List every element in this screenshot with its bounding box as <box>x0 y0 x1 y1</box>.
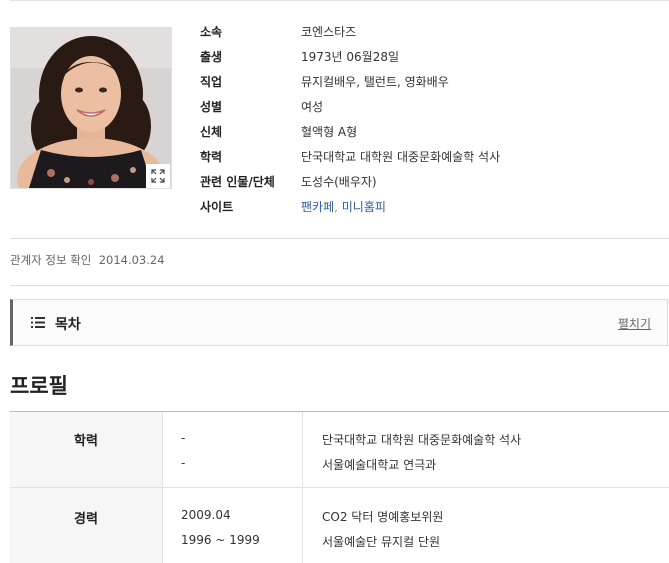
entry-desc: CO2 닥터 명예홍보위원 <box>322 510 444 524</box>
info-label: 출생 <box>200 50 223 64</box>
info-label: 학력 <box>200 150 223 164</box>
category-cell: 학력 <box>10 412 163 487</box>
confirm-date: 2014.03.24 <box>98 253 165 267</box>
info-label: 성별 <box>200 100 223 114</box>
info-value: 혈액형 A형 <box>301 125 358 139</box>
info-label: 신체 <box>200 125 223 139</box>
confirm-divider <box>10 285 669 286</box>
category-label: 학력 <box>74 434 98 449</box>
site-links: 팬카페, 미니홈피 <box>301 198 386 216</box>
info-confirm: 관계자 정보 확인 2014.03.24 <box>10 252 165 268</box>
info-label: 소속 <box>200 25 223 39</box>
entry-date: 2009.04 <box>181 508 231 522</box>
confirm-label: 관계자 정보 확인 <box>10 253 92 267</box>
info-value: 도성수(배우자) <box>301 175 377 189</box>
fancafe-link[interactable]: 팬카페 <box>301 200 334 214</box>
entry-date: - <box>181 431 186 445</box>
expand-photo-button[interactable] <box>146 164 170 188</box>
category-cell: 경력 <box>10 488 163 563</box>
info-value: 1973년 06월28일 <box>301 50 400 64</box>
minihompy-link[interactable]: 미니홈피 <box>342 200 386 214</box>
entry-desc: 단국대학교 대학원 대중문화예술학 석사 <box>322 433 522 447</box>
info-label: 관련 인물/단체 <box>200 175 275 189</box>
info-label: 사이트 <box>200 200 234 214</box>
toc-title: 목차 <box>55 317 81 333</box>
info-label: 직업 <box>200 75 223 89</box>
entry-desc: 서울예술단 뮤지컬 단원 <box>322 535 441 549</box>
toc-expand-button[interactable]: 펼치기 <box>618 315 651 332</box>
section-title: 프로필 <box>10 374 68 398</box>
table-of-contents: 목차 펼치기 <box>10 299 668 346</box>
list-icon <box>31 317 45 328</box>
entry-desc: 서울예술대학교 연극과 <box>322 458 437 472</box>
category-label: 경력 <box>74 512 98 527</box>
table-row-education: 학력 - 단국대학교 대학원 대중문화예술학 석사 - 서울예술대학교 연극과 <box>10 412 669 487</box>
info-value: 코엔스타즈 <box>301 25 357 39</box>
info-value: 단국대학교 대학원 대중문화예술학 석사 <box>301 150 501 164</box>
column-divider <box>302 412 303 487</box>
entry-date: - <box>181 456 186 470</box>
expand-icon <box>151 169 165 183</box>
entry-date: 1996 ~ 1999 <box>181 533 260 547</box>
info-value: 여성 <box>301 100 324 114</box>
table-row-career: 경력 2009.04 CO2 닥터 명예홍보위원 1996 ~ 1999 서울예… <box>10 488 669 563</box>
info-value: 뮤지컬배우, 탤런트, 영화배우 <box>301 75 449 89</box>
info-divider <box>10 238 669 239</box>
link-separator: , <box>334 200 342 214</box>
top-divider <box>10 0 669 1</box>
column-divider <box>302 488 303 563</box>
